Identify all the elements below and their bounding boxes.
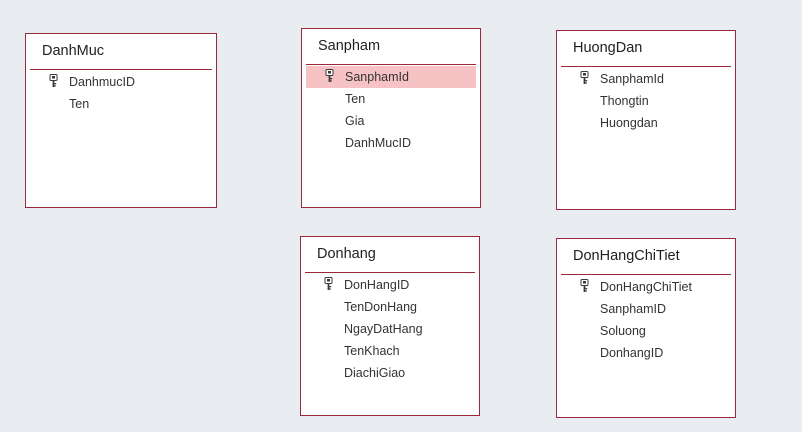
field-row-donhangid[interactable]: DonHangID: [305, 274, 475, 296]
table-title-sanpham[interactable]: Sanpham: [318, 38, 380, 54]
key-icon: [49, 74, 58, 87]
table-huongdan[interactable]: HuongDan SanphamId Thongtin Huongdan: [556, 30, 736, 210]
table-title-donhangchitiet[interactable]: DonHangChiTiet: [573, 248, 680, 264]
table-title-divider: [305, 272, 475, 273]
field-list-sanpham: SanphamId Ten Gia DanhMucID: [306, 66, 476, 154]
field-row-donhangid[interactable]: DonhangID: [561, 342, 731, 364]
table-danhmuc[interactable]: DanhMuc DanhmucID Ten: [25, 33, 217, 208]
field-row-sanphamid[interactable]: SanphamID: [561, 298, 731, 320]
field-list-donhang: DonHangID TenDonHang NgayDatHang TenKhac…: [305, 274, 475, 384]
field-label: DonHangChiTiet: [600, 280, 692, 294]
field-label: SanphamID: [600, 302, 667, 316]
field-label: DanhMucID: [345, 136, 411, 150]
field-row-danhmucid[interactable]: DanhMucID: [306, 132, 476, 154]
table-title-divider: [30, 69, 212, 70]
table-title-divider: [306, 64, 476, 65]
table-title-donhang[interactable]: Donhang: [317, 246, 376, 262]
field-row-gia[interactable]: Gia: [306, 110, 476, 132]
table-donhang[interactable]: Donhang DonHangID TenDonHang NgayDatHang…: [300, 236, 480, 416]
field-label: Soluong: [600, 324, 646, 338]
field-row-ten[interactable]: Ten: [30, 93, 212, 115]
key-icon: [325, 69, 334, 82]
field-row-thongtin[interactable]: Thongtin: [561, 90, 731, 112]
table-donhangchitiet[interactable]: DonHangChiTiet DonHangChiTiet SanphamID …: [556, 238, 736, 418]
field-label: Ten: [69, 97, 90, 111]
key-icon: [580, 71, 589, 84]
field-label: NgayDatHang: [344, 322, 423, 336]
field-list-donhangchitiet: DonHangChiTiet SanphamID Soluong Donhang…: [561, 276, 731, 364]
field-row-sanphamid[interactable]: SanphamId: [561, 68, 731, 90]
field-label: DiachiGiao: [344, 366, 406, 380]
table-title-danhmuc[interactable]: DanhMuc: [42, 43, 104, 59]
field-row-ten[interactable]: Ten: [306, 88, 476, 110]
field-label: SanphamId: [600, 72, 664, 86]
key-icon: [580, 279, 589, 292]
table-sanpham[interactable]: Sanpham SanphamId Ten Gia DanhMucID: [301, 28, 481, 208]
field-label: DonhangID: [600, 346, 664, 360]
table-title-huongdan[interactable]: HuongDan: [573, 40, 642, 56]
field-label: DonHangID: [344, 278, 410, 292]
key-icon: [324, 277, 333, 290]
field-row-ngaydathang[interactable]: NgayDatHang: [305, 318, 475, 340]
field-label: TenDonHang: [344, 300, 417, 314]
table-title-divider: [561, 274, 731, 275]
field-row-tendonhang[interactable]: TenDonHang: [305, 296, 475, 318]
field-label: TenKhach: [344, 344, 400, 358]
field-row-danhmucid[interactable]: DanhmucID: [30, 71, 212, 93]
field-list-huongdan: SanphamId Thongtin Huongdan: [561, 68, 731, 134]
field-label: Ten: [345, 92, 366, 106]
field-label: DanhmucID: [69, 75, 135, 89]
field-label: Huongdan: [600, 116, 658, 130]
field-row-diachigiao[interactable]: DiachiGiao: [305, 362, 475, 384]
field-row-soluong[interactable]: Soluong: [561, 320, 731, 342]
field-row-tenkhach[interactable]: TenKhach: [305, 340, 475, 362]
field-row-sanphamid[interactable]: SanphamId: [306, 66, 476, 88]
field-list-danhmuc: DanhmucID Ten: [30, 71, 212, 115]
field-row-donhangchitiet[interactable]: DonHangChiTiet: [561, 276, 731, 298]
field-label: Gia: [345, 114, 365, 128]
field-label: SanphamId: [345, 70, 409, 84]
table-title-divider: [561, 66, 731, 67]
field-label: Thongtin: [600, 94, 649, 108]
field-row-huongdan[interactable]: Huongdan: [561, 112, 731, 134]
